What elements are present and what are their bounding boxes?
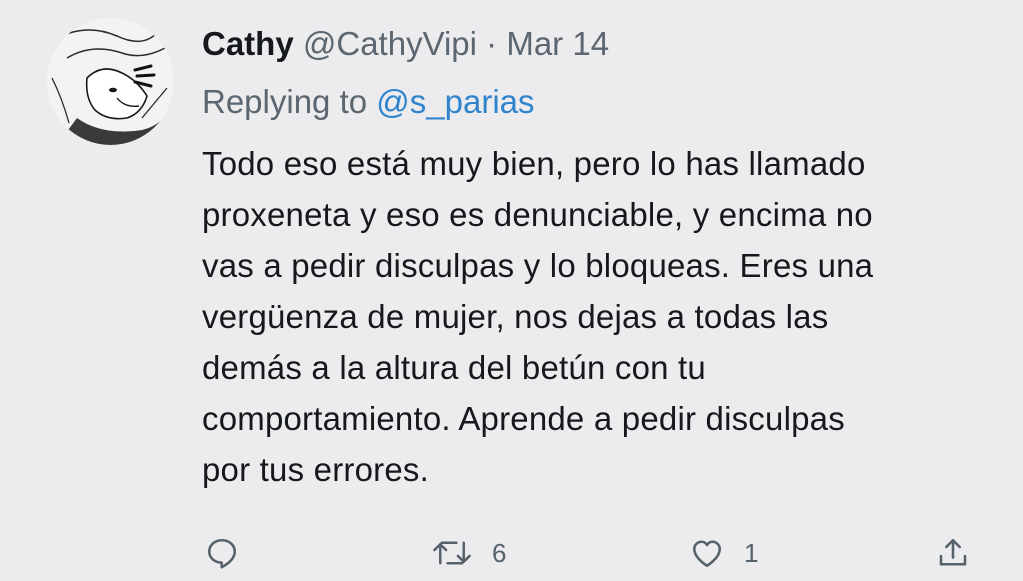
tweet-body: Todo eso está muy bien, pero lo has llam… (202, 138, 992, 495)
reply-button[interactable] (204, 528, 240, 578)
tweet[interactable]: Cathy @CathyVipi · Mar 14 Replying to @s… (0, 0, 1023, 581)
replying-prefix: Replying to (202, 83, 368, 120)
avatar-illustration (47, 18, 174, 145)
user-handle[interactable]: @CathyVipi (303, 25, 477, 62)
tweet-text-line: Todo eso está muy bien, pero lo has llam… (202, 145, 866, 182)
retweet-count: 6 (492, 537, 507, 568)
replying-to: Replying to @s_parias (202, 80, 535, 124)
tweet-text-line: vas a pedir disculpas y lo bloqueas. Ere… (202, 247, 874, 284)
tweet-text-line: demás a la altura del betún con tu (202, 349, 706, 386)
replying-to-mention[interactable]: @s_parias (376, 83, 534, 120)
retweet-button[interactable]: 6 (430, 528, 506, 578)
display-name[interactable]: Cathy (202, 25, 294, 62)
avatar[interactable] (47, 18, 174, 145)
tweet-text-line: comportamiento. Aprende a pedir disculpa… (202, 400, 845, 437)
share-icon (935, 535, 971, 571)
share-button[interactable] (935, 528, 971, 578)
like-button[interactable]: 1 (688, 528, 758, 578)
tweet-date[interactable]: Mar 14 (506, 25, 609, 62)
tweet-header: Cathy @CathyVipi · Mar 14 (202, 22, 609, 66)
tweet-actions: 6 1 (0, 528, 1023, 578)
like-count: 1 (744, 537, 759, 568)
header-separator: · (486, 25, 498, 62)
tweet-text-line: por tus errores. (202, 451, 429, 488)
heart-icon (688, 535, 726, 571)
retweet-icon (430, 535, 474, 571)
tweet-text-line: proxeneta y eso es denunciable, y encima… (202, 196, 873, 233)
comment-icon (204, 535, 240, 571)
tweet-text-line: vergüenza de mujer, nos dejas a todas la… (202, 298, 829, 335)
